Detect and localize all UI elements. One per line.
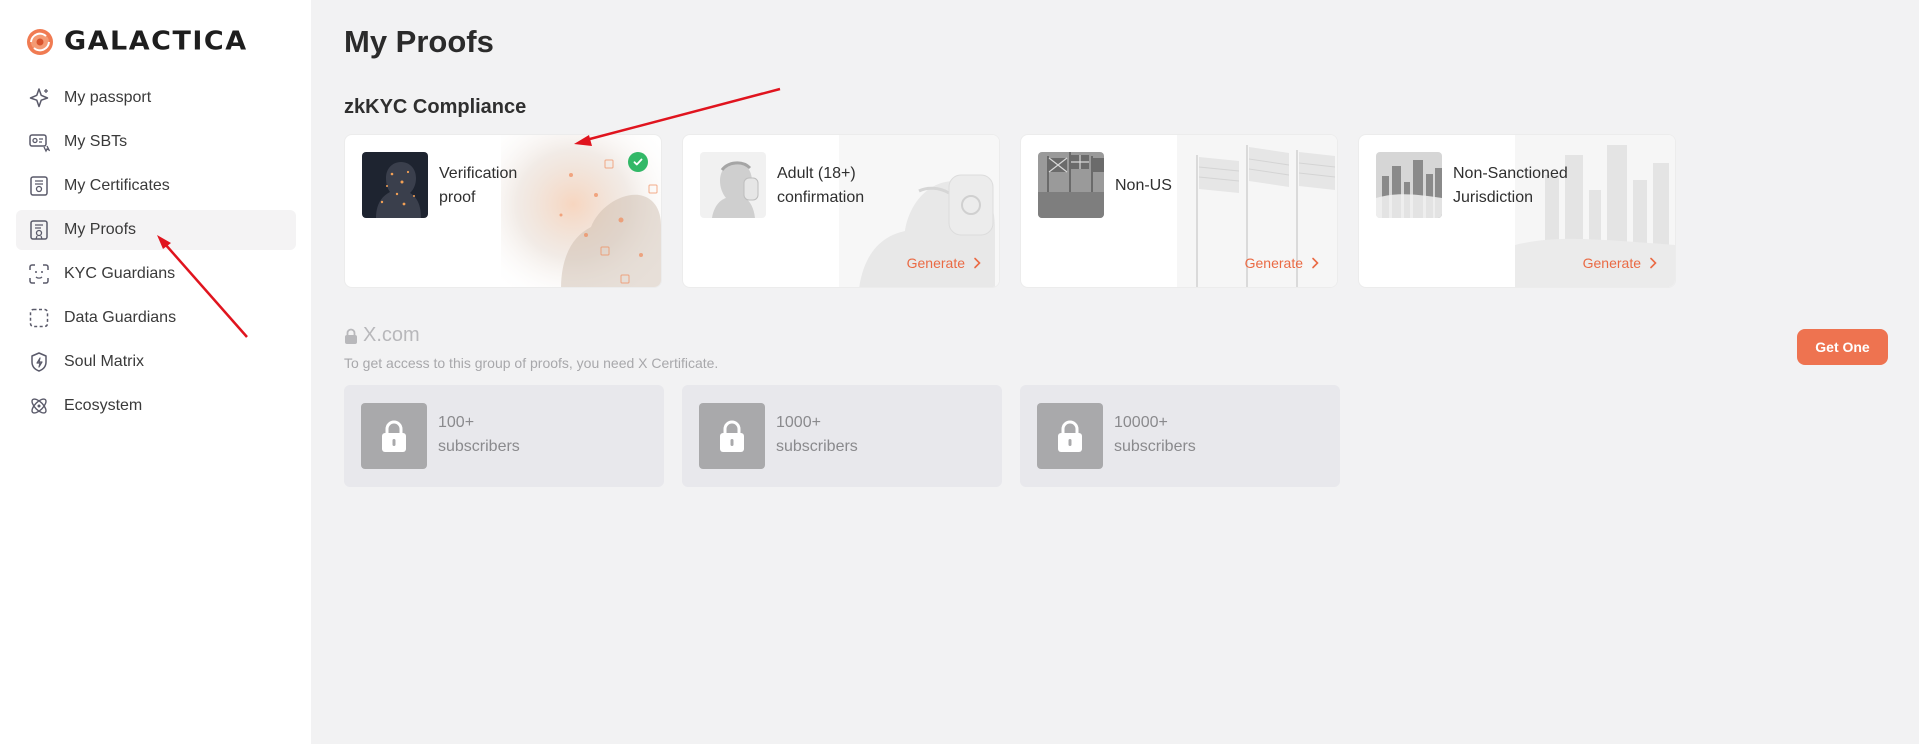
main-content: My Proofs zkKYC Compliance Verification …	[311, 0, 1919, 744]
sidebar-item-label: KYC Guardians	[64, 265, 176, 282]
lock-icon	[699, 403, 765, 469]
proof-card-title-line: Verification	[439, 165, 518, 182]
non-us-thumbnail	[1038, 152, 1104, 218]
chevron-right-icon	[1650, 257, 1657, 269]
galactica-logo-icon	[27, 28, 53, 55]
proof-card-verification[interactable]: Verification proof	[344, 134, 662, 288]
proof-card-adult[interactable]: Adult (18+) confirmation Generate	[682, 134, 1000, 288]
sidebar-item-my-certificates[interactable]: My Certificates	[16, 166, 296, 206]
generate-button[interactable]: Generate	[1583, 255, 1657, 271]
sidebar-item-label: My passport	[64, 89, 152, 106]
proof-card-title-line: Non-US	[1115, 177, 1172, 194]
section-title-zkkyc: zkKYC Compliance	[344, 96, 527, 118]
locked-proof-title-line: 100+	[438, 414, 475, 431]
lock-icon	[1037, 403, 1103, 469]
sidebar-item-my-passport[interactable]: My passport	[16, 78, 296, 118]
generate-label: Generate	[906, 255, 965, 271]
proof-card-non-sanctioned[interactable]: Non-Sanctioned Jurisdiction Generate	[1358, 134, 1676, 288]
locked-proof-title-line: 1000+	[776, 414, 821, 431]
locked-proof-title-line: subscribers	[776, 438, 858, 455]
locked-proof-card: 1000+ subscribers	[682, 385, 1002, 487]
proof-card-title-line: confirmation	[777, 189, 865, 206]
sidebar-item-my-sbts[interactable]: My SBTs	[16, 122, 296, 162]
sidebar-item-label: My Proofs	[64, 221, 137, 238]
non-sanctioned-thumbnail	[1376, 152, 1442, 218]
locked-proof-title-line: subscribers	[1114, 438, 1196, 455]
proof-card-title-line: proof	[439, 189, 476, 206]
locked-proof-title: 1000+ subscribers	[776, 411, 858, 459]
locked-proof-title-line: 10000+	[1114, 414, 1168, 431]
proof-card-title-line: Non-Sanctioned	[1453, 165, 1568, 182]
verified-check-icon	[628, 152, 648, 172]
sidebar-item-ecosystem[interactable]: Ecosystem	[16, 386, 296, 426]
sidebar-item-label: Data Guardians	[64, 309, 177, 326]
sidebar-item-my-proofs[interactable]: My Proofs	[16, 210, 296, 250]
generate-label: Generate	[1582, 255, 1641, 271]
locked-proof-card: 10000+ subscribers	[1020, 385, 1340, 487]
dashed-frame-icon	[28, 307, 50, 329]
section-title-text: X.com	[363, 324, 420, 346]
locked-proof-title: 10000+ subscribers	[1114, 411, 1196, 459]
proof-card-title: Non-US	[1115, 174, 1315, 198]
proof-card-title-line: Jurisdiction	[1453, 189, 1534, 206]
sidebar-item-data-guardians[interactable]: Data Guardians	[16, 298, 296, 338]
get-one-button[interactable]: Get One	[1797, 329, 1888, 365]
proof-card-title-line: Adult (18+)	[777, 165, 856, 182]
proof-icon	[28, 219, 50, 241]
locked-proof-title: 100+ subscribers	[438, 411, 520, 459]
lock-icon	[345, 328, 357, 344]
sidebar-item-kyc-guardians[interactable]: KYC Guardians	[16, 254, 296, 294]
xcom-access-description: To get access to this group of proofs, y…	[344, 355, 719, 371]
face-scan-icon	[28, 263, 50, 285]
sidebar: GALACTICA My passport My SBTs My Certifi…	[0, 0, 311, 744]
sbt-card-icon	[28, 131, 50, 153]
sidebar-item-soul-matrix[interactable]: Soul Matrix	[16, 342, 296, 382]
proof-card-title: Non-Sanctioned Jurisdiction	[1453, 162, 1653, 210]
locked-proof-card: 100+ subscribers	[344, 385, 664, 487]
sparkle-icon	[28, 87, 50, 109]
proof-card-title: Adult (18+) confirmation	[777, 162, 977, 210]
sidebar-nav: My passport My SBTs My Certificates My P…	[16, 78, 296, 430]
app-logo[interactable]: GALACTICA	[26, 26, 248, 57]
sidebar-item-label: My SBTs	[64, 133, 128, 150]
adult-thumbnail	[700, 152, 766, 218]
sidebar-item-label: Ecosystem	[64, 397, 143, 414]
chevron-right-icon	[1312, 257, 1319, 269]
proof-card-non-us[interactable]: Non-US Generate	[1020, 134, 1338, 288]
page-title: My Proofs	[344, 24, 494, 59]
app-name: GALACTICA	[64, 26, 248, 57]
atom-icon	[28, 395, 50, 417]
section-title-xcom: X.com	[344, 324, 420, 347]
chevron-right-icon	[974, 257, 981, 269]
zkkyc-proof-cards: Verification proof Adult (18+) confirmat…	[344, 134, 1676, 288]
proof-card-title: Verification proof	[439, 162, 639, 210]
sidebar-item-label: Soul Matrix	[64, 353, 145, 370]
certificate-icon	[28, 175, 50, 197]
generate-button[interactable]: Generate	[907, 255, 981, 271]
verification-thumbnail	[362, 152, 428, 218]
generate-label: Generate	[1244, 255, 1303, 271]
sidebar-item-label: My Certificates	[64, 177, 170, 194]
xcom-proof-cards: 100+ subscribers 1000+ subscribers 10000…	[344, 385, 1340, 487]
shield-bolt-icon	[28, 351, 50, 373]
locked-proof-title-line: subscribers	[438, 438, 520, 455]
lock-icon	[361, 403, 427, 469]
generate-button[interactable]: Generate	[1245, 255, 1319, 271]
